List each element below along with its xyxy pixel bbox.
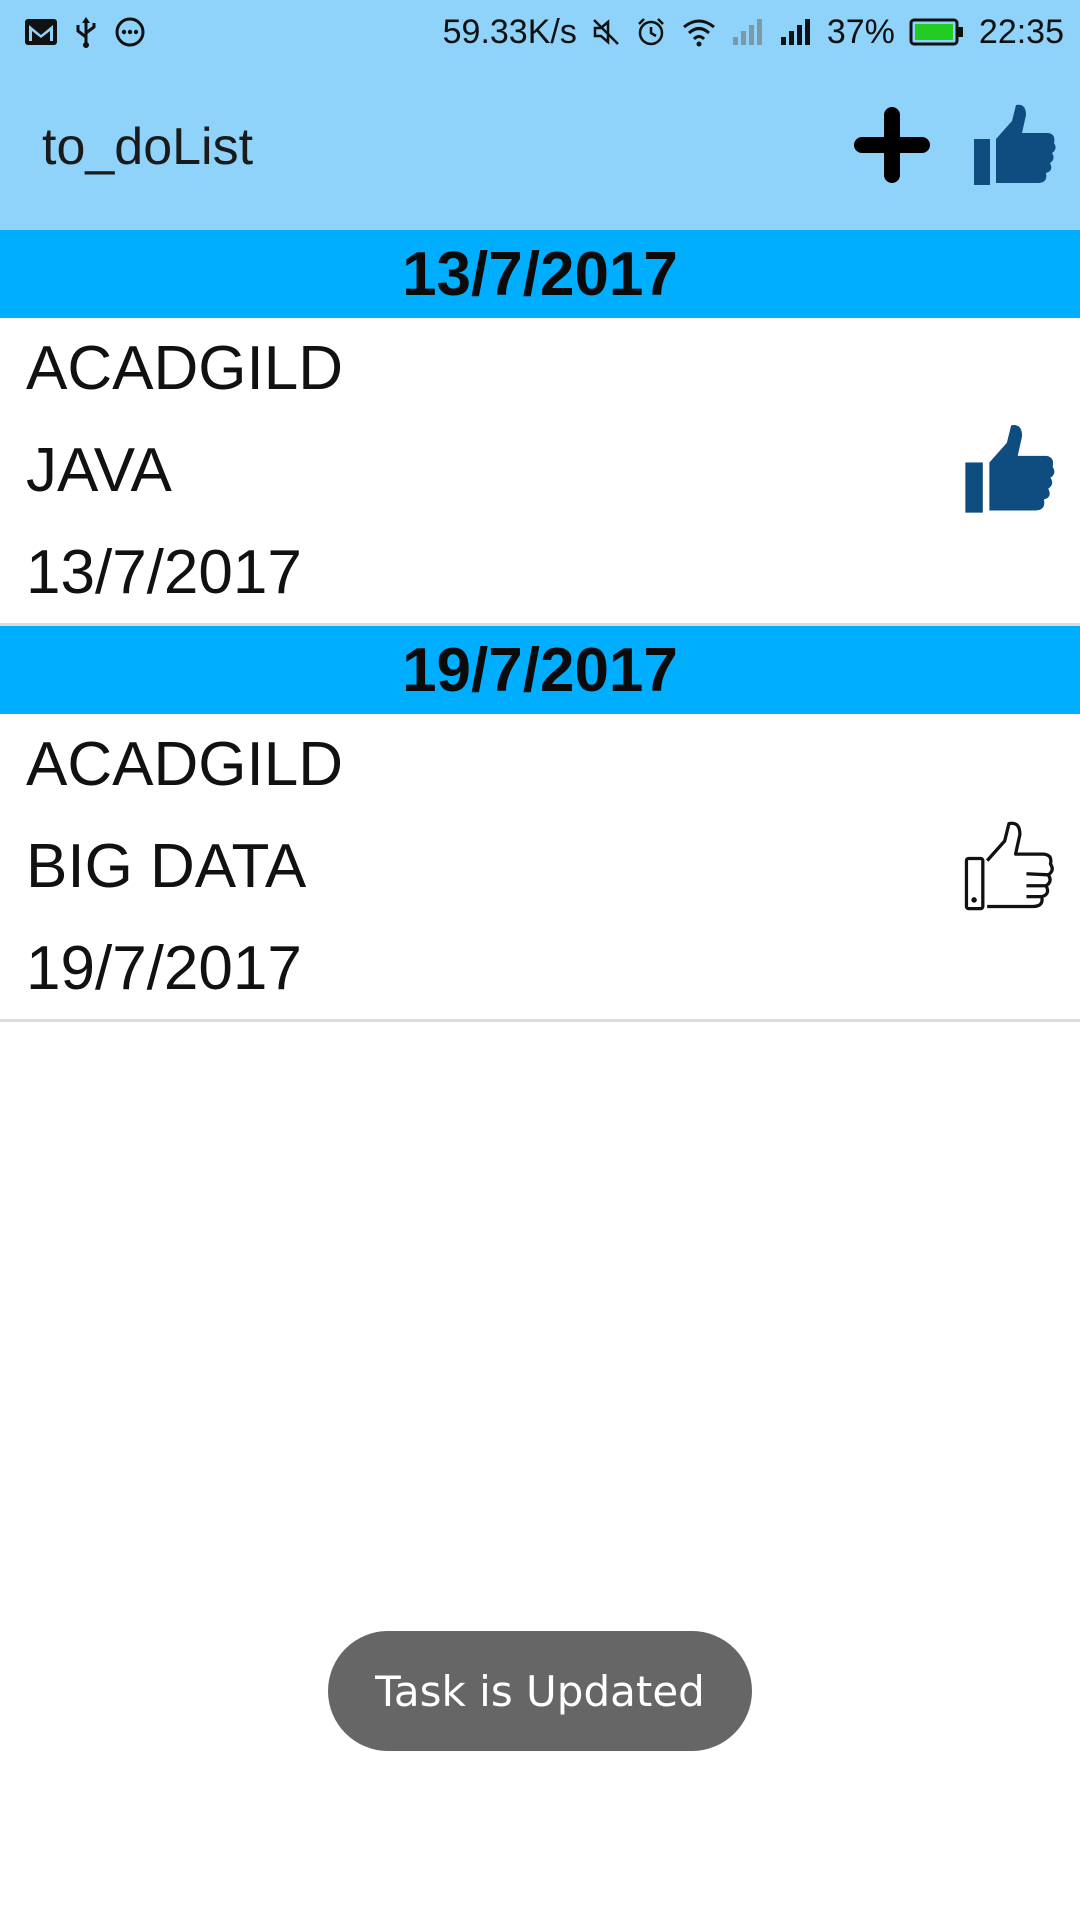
section-header: 13/7/2017 <box>0 230 1080 318</box>
completed-tasks-button[interactable] <box>972 101 1056 193</box>
app-title: to_doList <box>42 118 254 176</box>
app-bar: to_doList <box>0 64 1080 230</box>
net-speed: 59.33K/s <box>442 12 577 51</box>
add-icon <box>850 103 934 191</box>
thumbs-up-icon <box>972 101 1056 193</box>
clock: 22:35 <box>978 12 1064 51</box>
section-date: 19/7/2017 <box>402 635 678 705</box>
task-list: 13/7/2017 ACADGILD JAVA 13/7/2017 19/7/2… <box>0 230 1080 1022</box>
gmail-icon <box>24 18 58 46</box>
task-item[interactable]: ACADGILD BIG DATA 19/7/2017 <box>0 714 1080 1022</box>
message-icon <box>114 16 146 48</box>
section-date: 13/7/2017 <box>402 239 678 309</box>
task-item[interactable]: ACADGILD JAVA 13/7/2017 <box>0 318 1080 626</box>
wifi-icon <box>681 17 717 47</box>
toast-text: Task is Updated <box>375 1666 705 1716</box>
thumbs-up-filled-icon <box>962 424 1056 521</box>
signal-icon <box>731 17 765 47</box>
thumbs-up-outline-icon <box>962 821 1056 917</box>
task-date: 19/7/2017 <box>26 934 302 1003</box>
status-right: 59.33K/s 37% 22:35 <box>443 13 1064 52</box>
alarm-icon <box>635 16 667 48</box>
task-title: JAVA <box>26 436 172 505</box>
like-button[interactable] <box>962 817 1056 917</box>
toast-message: Task is Updated <box>328 1631 752 1751</box>
task-title: BIG DATA <box>26 832 307 901</box>
battery-percent: 37% <box>826 12 895 51</box>
task-org: ACADGILD <box>26 334 343 403</box>
battery-icon <box>909 17 965 47</box>
app-actions <box>850 101 1056 193</box>
section-header: 19/7/2017 <box>0 626 1080 714</box>
usb-icon <box>72 15 100 49</box>
add-task-button[interactable] <box>850 103 934 191</box>
task-org: ACADGILD <box>26 730 343 799</box>
status-bar: 59.33K/s 37% 22:35 <box>0 0 1080 64</box>
status-left <box>24 15 146 49</box>
mute-icon <box>591 17 621 47</box>
signal-icon <box>779 17 813 47</box>
task-date: 13/7/2017 <box>26 538 302 607</box>
like-button[interactable] <box>962 421 1056 521</box>
